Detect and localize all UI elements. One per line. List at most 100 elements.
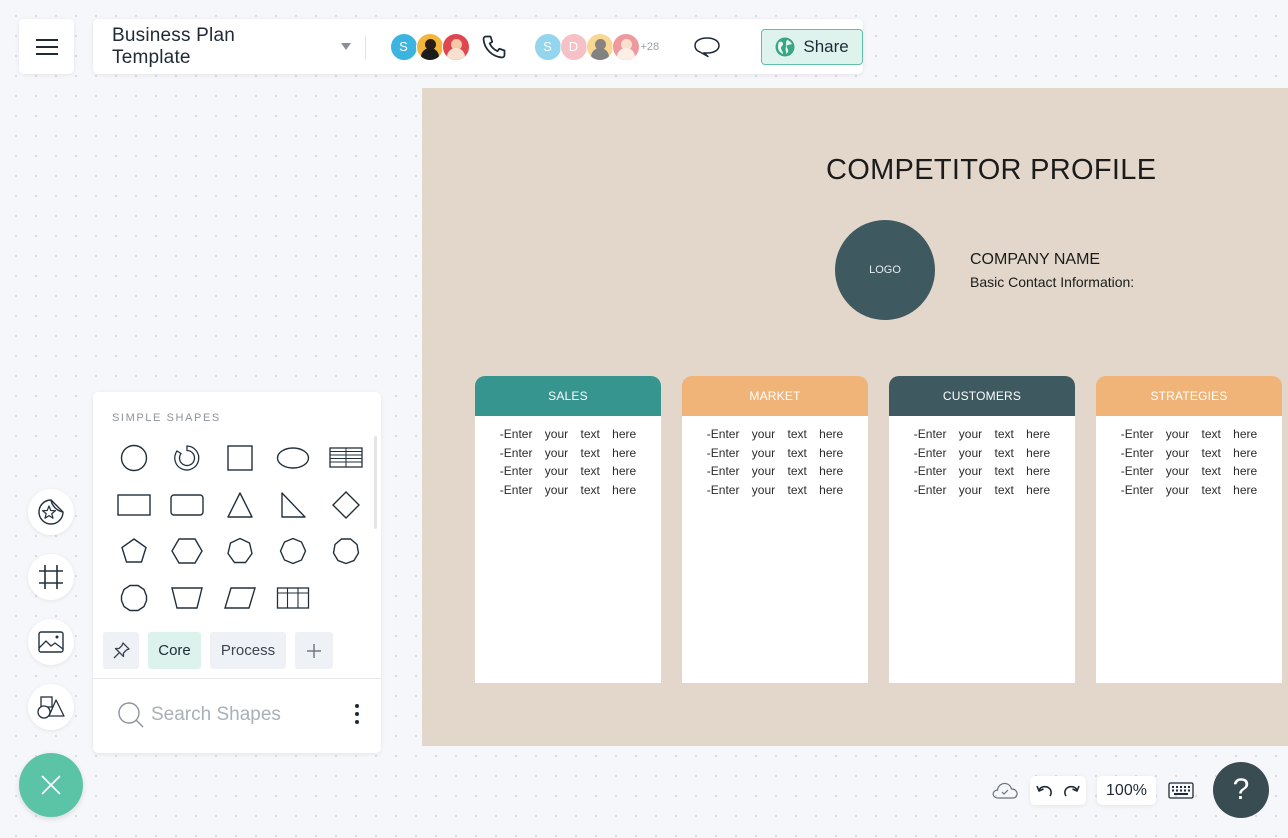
shape-nonagon[interactable]: [319, 528, 372, 575]
document-heading[interactable]: COMPETITOR PROFILE: [826, 154, 1156, 187]
column-line: -Enter your text here: [706, 445, 844, 460]
avatar[interactable]: [441, 32, 470, 61]
shape-grid-table[interactable]: [266, 575, 319, 622]
column-line: -Enter your text here: [499, 482, 637, 497]
column-line: -Enter your text here: [913, 464, 1051, 478]
column-line: -Enter your text here: [1120, 464, 1258, 478]
divider: [364, 34, 366, 59]
frame-icon: [39, 565, 63, 589]
more-options-button[interactable]: [355, 704, 359, 724]
shape-grid: [107, 435, 372, 621]
column-line: -Enter your text here: [1120, 445, 1258, 460]
shapes-icon: [37, 696, 65, 719]
column-line: -Enter your text here: [913, 482, 1051, 497]
sticker-icon: [38, 499, 64, 525]
column-line: -Enter your text here: [913, 445, 1051, 460]
zoom-level[interactable]: 100%: [1097, 776, 1156, 805]
profile-column-market[interactable]: MARKET -Enter your text here -Enter your…: [682, 376, 868, 683]
keyboard-icon: [1168, 782, 1194, 799]
more-viewers-count: +28: [640, 40, 660, 53]
dropdown-caret-icon[interactable]: [340, 43, 351, 50]
help-label: ?: [1232, 773, 1250, 806]
column-line: -Enter your text here: [706, 464, 844, 478]
collaborator-avatars: S: [389, 32, 470, 61]
share-button[interactable]: Share: [761, 28, 863, 65]
globe-icon: [775, 37, 795, 56]
tab-pinned[interactable]: [103, 632, 139, 669]
column-body: -Enter your text here -Enter your text h…: [889, 416, 1075, 683]
contact-info-label[interactable]: Basic Contact Information:: [970, 274, 1134, 290]
column-line: -Enter your text here: [706, 482, 844, 497]
main-menu-button[interactable]: [19, 19, 74, 74]
shape-octagon[interactable]: [266, 528, 319, 575]
undo-button[interactable]: [1035, 783, 1053, 799]
stickers-button[interactable]: [28, 489, 74, 535]
images-button[interactable]: [28, 619, 74, 665]
tab-core[interactable]: Core: [148, 632, 201, 669]
shape-decagon[interactable]: [107, 575, 160, 622]
avatar-initial: S: [399, 39, 408, 54]
divider: [93, 678, 381, 679]
shape-square[interactable]: [213, 435, 266, 482]
top-toolbar: Business Plan Template S S D +28 Share: [93, 19, 863, 74]
cloud-saved-icon: [992, 782, 1018, 799]
add-library-button[interactable]: [295, 632, 333, 669]
column-header: CUSTOMERS: [889, 376, 1075, 416]
redo-icon: [1064, 785, 1080, 796]
column-line: -Enter your text here: [499, 445, 637, 460]
document-canvas[interactable]: COMPETITOR PROFILE LOGO COMPANY NAME Bas…: [422, 88, 1288, 746]
logo-placeholder[interactable]: LOGO: [835, 220, 935, 320]
shape-triangle[interactable]: [213, 482, 266, 529]
avatar: D: [559, 32, 588, 61]
call-button[interactable]: [480, 33, 508, 61]
column-header: STRATEGIES: [1096, 376, 1282, 416]
column-body: -Enter your text here -Enter your text h…: [682, 416, 868, 683]
undo-redo-group: [1030, 776, 1086, 805]
shape-rectangle[interactable]: [107, 482, 160, 529]
section-title: SIMPLE SHAPES: [112, 412, 221, 424]
column-line: -Enter your text here: [1120, 427, 1258, 441]
save-status: [991, 780, 1019, 805]
pin-icon: [113, 641, 130, 658]
close-icon: [41, 775, 61, 795]
keyboard-shortcuts-button[interactable]: [1168, 782, 1194, 804]
shapes-panel: SIMPLE SHAPES Core Process: [93, 392, 381, 753]
avatar-initial: S: [543, 39, 552, 54]
close-panel-button[interactable]: [19, 753, 83, 817]
shape-rounded-rectangle[interactable]: [160, 482, 213, 529]
shape-pentagon[interactable]: [107, 528, 160, 575]
shapes-button[interactable]: [28, 684, 74, 730]
shape-search: [117, 701, 331, 729]
avatar[interactable]: S: [389, 32, 418, 61]
shape-diamond[interactable]: [319, 482, 372, 529]
search-shapes-input[interactable]: [151, 704, 331, 726]
frames-button[interactable]: [28, 554, 74, 600]
shape-arc[interactable]: [160, 435, 213, 482]
shapes-scrollbar[interactable]: [374, 436, 377, 529]
avatar[interactable]: [415, 32, 444, 61]
shape-right-triangle[interactable]: [266, 482, 319, 529]
document-title[interactable]: Business Plan Template: [112, 25, 319, 69]
image-icon: [38, 631, 64, 653]
shape-trapezoid[interactable]: [160, 575, 213, 622]
tab-process[interactable]: Process: [210, 632, 286, 669]
column-line: -Enter your text here: [499, 464, 637, 478]
shape-hexagon[interactable]: [160, 528, 213, 575]
help-button[interactable]: ?: [1213, 762, 1269, 818]
shape-ellipse[interactable]: [266, 435, 319, 482]
profile-column-strategies[interactable]: STRATEGIES -Enter your text here -Enter …: [1096, 376, 1282, 683]
shape-library-tabs: Core Process: [103, 632, 333, 669]
profile-column-sales[interactable]: SALES -Enter your text here -Enter your …: [475, 376, 661, 683]
redo-button[interactable]: [1063, 783, 1081, 799]
shape-circle[interactable]: [107, 435, 160, 482]
viewer-avatars[interactable]: S D +28: [533, 32, 660, 61]
shape-table-lines[interactable]: [319, 435, 372, 482]
shape-parallelogram[interactable]: [213, 575, 266, 622]
company-name[interactable]: COMPANY NAME: [970, 251, 1100, 269]
undo-icon: [1036, 785, 1052, 796]
profile-column-customers[interactable]: CUSTOMERS -Enter your text here -Enter y…: [889, 376, 1075, 683]
comments-button[interactable]: [693, 36, 721, 58]
phone-icon: [482, 35, 505, 58]
shape-heptagon[interactable]: [213, 528, 266, 575]
column-body: -Enter your text here -Enter your text h…: [475, 416, 661, 683]
